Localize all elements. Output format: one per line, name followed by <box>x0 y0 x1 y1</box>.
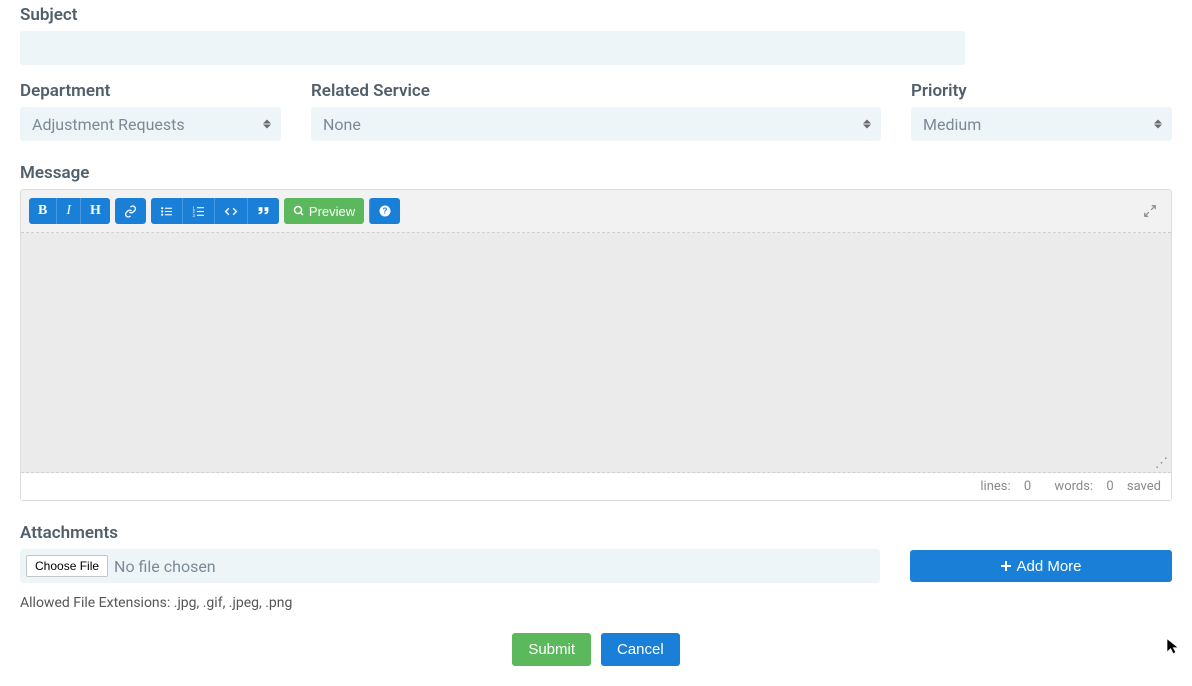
list-ul-icon <box>160 205 173 218</box>
search-icon <box>293 205 305 217</box>
link-button[interactable] <box>115 198 146 224</box>
message-section: Message B I H <box>20 163 1172 501</box>
fullscreen-button[interactable] <box>1143 204 1163 218</box>
code-button[interactable] <box>214 198 247 224</box>
heading-button[interactable]: H <box>80 198 110 224</box>
subject-label: Subject <box>20 5 1172 25</box>
text-style-group: B I H <box>29 198 110 224</box>
quote-icon <box>257 205 270 218</box>
preview-button-label: Preview <box>309 204 355 219</box>
related-service-selected-value: None <box>323 115 361 134</box>
words-count: words: 0 <box>1044 479 1113 494</box>
allowed-extensions-text: Allowed File Extensions: .jpg, .gif, .jp… <box>20 595 1172 611</box>
form-actions: Submit Cancel <box>20 633 1172 666</box>
updown-icon <box>863 120 871 129</box>
svg-text:?: ? <box>383 207 388 216</box>
message-textarea[interactable]: ⋰ <box>21 233 1171 473</box>
expand-icon <box>1143 204 1157 218</box>
resize-grip-icon[interactable]: ⋰ <box>1155 457 1168 470</box>
department-select[interactable]: Adjustment Requests <box>20 107 281 141</box>
file-chosen-text: No file chosen <box>114 557 216 576</box>
bold-button[interactable]: B <box>29 198 56 224</box>
attachments-section: Attachments Choose File No file chosen A… <box>20 523 1172 611</box>
cursor-icon <box>1166 638 1182 654</box>
help-button[interactable]: ? <box>369 198 400 224</box>
department-label: Department <box>20 81 281 101</box>
submit-button[interactable]: Submit <box>512 633 591 666</box>
message-label: Message <box>20 163 1172 183</box>
help-icon: ? <box>379 205 391 217</box>
quote-button[interactable] <box>247 198 279 224</box>
preview-button[interactable]: Preview <box>284 198 364 224</box>
related-service-section: Related Service None <box>311 81 881 141</box>
subject-section: Subject <box>20 5 1172 65</box>
link-icon <box>124 205 137 218</box>
code-icon <box>224 205 238 218</box>
saved-status: saved <box>1127 479 1161 494</box>
updown-icon <box>1154 120 1162 129</box>
file-input[interactable]: Choose File No file chosen <box>20 549 880 583</box>
lines-count: lines: 0 <box>970 479 1031 494</box>
editor: B I H <box>20 189 1172 501</box>
choose-file-button[interactable]: Choose File <box>26 555 108 577</box>
svg-text:3: 3 <box>192 212 195 217</box>
add-more-button[interactable]: Add More <box>910 550 1172 582</box>
editor-toolbar: B I H <box>21 190 1171 233</box>
italic-button[interactable]: I <box>56 198 80 224</box>
related-service-select[interactable]: None <box>311 107 881 141</box>
priority-section: Priority Medium <box>911 81 1172 141</box>
priority-select[interactable]: Medium <box>911 107 1172 141</box>
department-selected-value: Adjustment Requests <box>32 115 185 134</box>
attachments-row: Choose File No file chosen Add More <box>20 549 1172 583</box>
ol-button[interactable]: 123 <box>182 198 214 224</box>
ticket-form: Subject Department Adjustment Requests R… <box>0 0 1192 686</box>
meta-row: Department Adjustment Requests Related S… <box>20 81 1172 141</box>
plus-icon <box>1000 560 1012 572</box>
priority-selected-value: Medium <box>923 115 981 134</box>
ul-button[interactable] <box>151 198 182 224</box>
department-section: Department Adjustment Requests <box>20 81 281 141</box>
list-ol-icon: 123 <box>192 205 205 218</box>
cancel-button[interactable]: Cancel <box>601 633 680 666</box>
editor-status-bar: lines: 0 words: 0 saved <box>21 473 1171 500</box>
add-more-label: Add More <box>1016 558 1081 575</box>
updown-icon <box>263 120 271 129</box>
list-code-group: 123 <box>151 198 279 224</box>
subject-input[interactable] <box>20 31 965 65</box>
attachments-label: Attachments <box>20 523 1172 543</box>
link-group <box>115 198 146 224</box>
related-service-label: Related Service <box>311 81 881 101</box>
priority-label: Priority <box>911 81 1172 101</box>
